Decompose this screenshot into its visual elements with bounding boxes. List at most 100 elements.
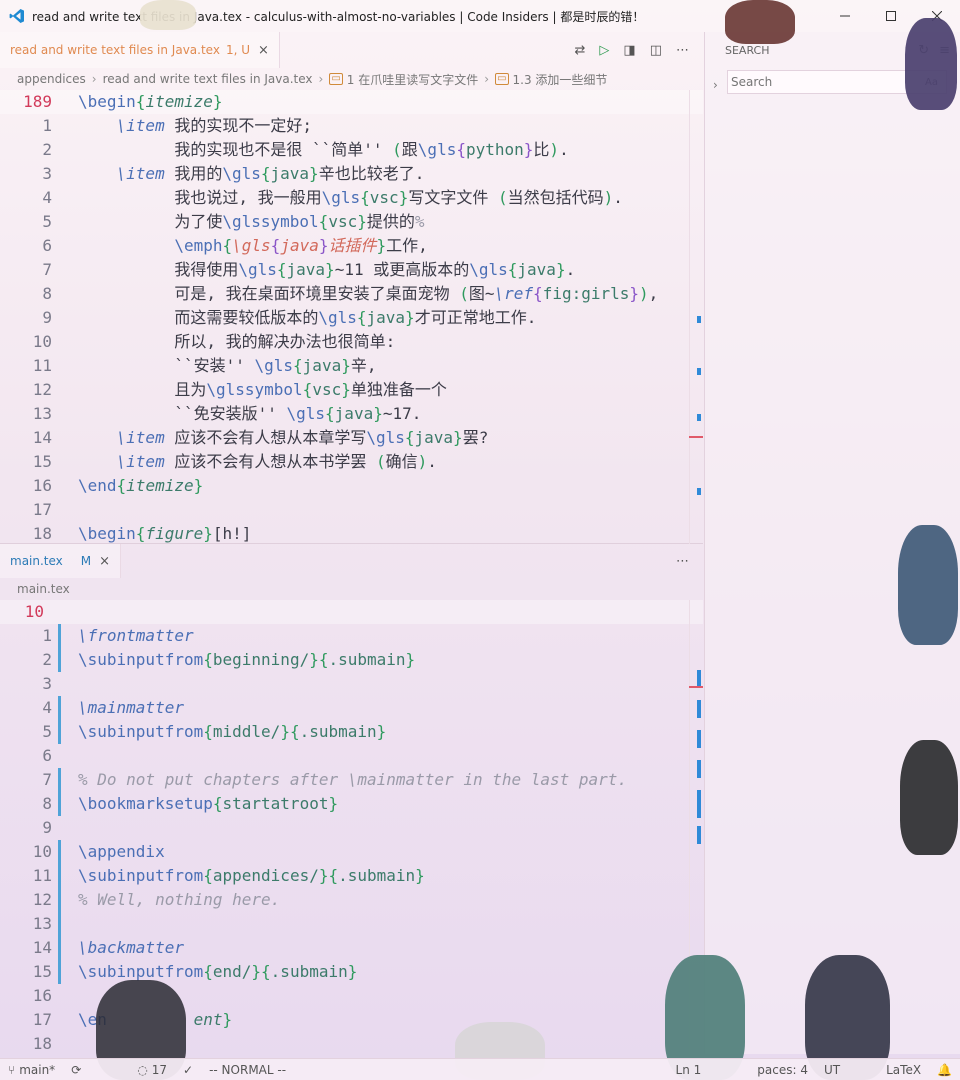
line-number: 9 <box>42 308 52 327</box>
code-text: \appendix <box>78 842 165 861</box>
code-line[interactable]: 3 <box>0 672 703 696</box>
code-line[interactable]: 8 \bookmarksetup{startatroot} <box>0 792 703 816</box>
sticky-scroll-line[interactable]: 189 \begin{itemize} <box>0 90 703 114</box>
code-line[interactable]: 10 \appendix <box>0 840 703 864</box>
code-line[interactable]: 5 \subinputfrom{middle/}{.submain} <box>0 720 703 744</box>
diff-gutter-marker[interactable] <box>58 768 61 816</box>
code-line[interactable]: 11 ``安装'' \gls{java}辛, <box>0 354 703 378</box>
minimize-button[interactable] <box>822 0 868 32</box>
diff-gutter-marker[interactable] <box>58 840 61 936</box>
code-line[interactable]: 7 % Do not put chapters after \mainmatter… <box>0 768 703 792</box>
code-line[interactable]: 15 \subinputfrom{end/}{.submain} <box>0 960 703 984</box>
breadcrumb-item[interactable]: appendices <box>17 72 86 86</box>
git-branch-icon: ⑂ <box>8 1062 16 1077</box>
line-number: 15 <box>32 962 52 981</box>
editor-group-top: read and write text files in Java.tex 1,… <box>0 32 703 544</box>
code-line[interactable]: 13 <box>0 912 703 936</box>
chevron-right-icon: › <box>91 72 97 86</box>
code-line[interactable]: 6 <box>0 744 703 768</box>
tab-main-tex[interactable]: main.tex M × <box>0 544 122 578</box>
code-line[interactable]: 3 \item 我用的\gls{java}辛也比较老了. <box>0 162 703 186</box>
compare-changes-icon[interactable]: ⇄ <box>575 43 586 58</box>
more-actions-icon[interactable]: ⋯ <box>676 554 689 569</box>
language-mode[interactable]: LaTeX <box>878 1063 929 1077</box>
diff-gutter-marker[interactable] <box>58 624 61 672</box>
code-text: % Well, nothing here. <box>78 890 281 909</box>
code-line[interactable]: 4 \mainmatter <box>0 696 703 720</box>
code-line[interactable]: 2 我的实现也不是很 ``简单'' (跟\gls{python}比). <box>0 138 703 162</box>
code-line[interactable]: 11 \subinputfrom{appendices/}{.submain} <box>0 864 703 888</box>
code-line[interactable]: 17 <box>0 498 703 522</box>
code-line[interactable]: 7 我得使用\gls{java}~11 或更高版本的\gls{java}. <box>0 258 703 282</box>
diff-gutter-marker[interactable] <box>58 936 61 984</box>
code-line[interactable]: 5 为了使\glssymbol{vsc}提供的% <box>0 210 703 234</box>
chevron-right-icon[interactable]: › <box>713 78 718 92</box>
notifications-bell-icon[interactable]: 🔔 <box>929 1063 960 1077</box>
check-status[interactable]: ✓ <box>175 1063 201 1077</box>
code-line[interactable]: 16 \end{itemize} <box>0 474 703 498</box>
code-editor-top[interactable]: 189 \begin{itemize} 1 \item 我的实现不一定好; 2 … <box>0 90 703 544</box>
indentation[interactable]: paces: 4 <box>749 1063 816 1077</box>
line-number: 11 <box>32 866 52 885</box>
problems-indicator[interactable]: ◌ 17 <box>129 1063 175 1077</box>
code-line[interactable]: 8 可是, 我在桌面环境里安装了桌面宠物 (图~\ref{fig:girls})… <box>0 282 703 306</box>
code-line[interactable]: 15 \item 应该不会有人想从本书学罢 (确信). <box>0 450 703 474</box>
editor-group-bottom: main.tex M × ⋯ main.tex 10 1 \frontmatter… <box>0 544 703 1054</box>
overview-ruler[interactable] <box>689 90 703 544</box>
split-editor-icon[interactable]: ◫ <box>650 43 662 58</box>
panel-title: SEARCH <box>725 43 770 57</box>
code-line[interactable]: 9 而这需要较低版本的\gls{java}才可正常地工作. <box>0 306 703 330</box>
tab-read-and-write-text-files[interactable]: read and write text files in Java.tex 1,… <box>0 32 280 68</box>
sticky-scroll-line[interactable]: 10 <box>0 600 703 624</box>
line-number: 5 <box>42 722 52 741</box>
desktop-pet-sticker <box>140 0 196 30</box>
tab-status-badge: M <box>80 554 92 568</box>
encoding[interactable]: UT <box>816 1063 848 1077</box>
line-number: 1 <box>42 626 52 645</box>
code-line[interactable]: 12 且为\glssymbol{vsc}单独准备一个 <box>0 378 703 402</box>
symbol-string-icon: ▭ <box>329 73 343 85</box>
overview-marker <box>697 368 701 375</box>
code-line[interactable]: 18 \begin{figure}[h!] <box>0 522 703 546</box>
maximize-button[interactable] <box>868 0 914 32</box>
breadcrumb-item[interactable]: main.tex <box>17 582 70 596</box>
tab-close-button[interactable]: × <box>258 43 269 58</box>
code-line[interactable]: 4 我也说过, 我一般用\gls{vsc}写文字文件 (当然包括代码). <box>0 186 703 210</box>
more-actions-icon[interactable]: ⋯ <box>676 43 689 58</box>
run-icon[interactable]: ▷ <box>599 43 609 58</box>
overview-marker <box>697 414 701 421</box>
breadcrumb-item[interactable]: 1 在爪哇里读写文字文件 <box>347 71 478 88</box>
code-line[interactable]: 14 \item 应该不会有人想从本章学写\gls{java}罢? <box>0 426 703 450</box>
breadcrumb-item[interactable]: read and write text files in Java.tex <box>103 72 313 86</box>
code-text: 所以, 我的解决办法也很简单: <box>78 332 396 351</box>
vscode-logo-icon <box>9 8 25 24</box>
code-line[interactable]: 6 \emph{\gls{java}话插件}工作, <box>0 234 703 258</box>
symbol-string-icon: ▭ <box>495 73 509 85</box>
code-line[interactable]: 14 \backmatter <box>0 936 703 960</box>
diff-gutter-marker[interactable] <box>58 696 61 744</box>
sync-button[interactable]: ⟳ <box>63 1063 89 1077</box>
line-number: 1 <box>42 116 52 135</box>
code-line[interactable]: 9 <box>0 816 703 840</box>
code-text: \item 我的实现不一定好; <box>116 116 312 135</box>
code-line[interactable]: 10 所以, 我的解决办法也很简单: <box>0 330 703 354</box>
code-line[interactable]: 1 \item 我的实现不一定好; <box>0 114 703 138</box>
desktop-pet-sticker <box>725 0 795 44</box>
overview-marker <box>697 790 701 818</box>
code-editor-bottom[interactable]: 10 1 \frontmatter 2 \subinputfrom{beginnin… <box>0 600 703 1054</box>
search-input[interactable] <box>731 75 881 89</box>
line-number: 15 <box>32 452 52 471</box>
branch-indicator[interactable]: ⑂ main* <box>0 1063 63 1077</box>
tab-close-button[interactable]: × <box>99 554 110 569</box>
breadcrumb-item[interactable]: 1.3 添加一些细节 <box>513 71 608 88</box>
code-line[interactable]: 12 % Well, nothing here. <box>0 888 703 912</box>
code-text: \subinputfrom{beginning/}{.submain} <box>78 650 416 669</box>
code-line[interactable]: 13 ``免安装版'' \gls{java}~17. <box>0 402 703 426</box>
code-line[interactable]: 2 \subinputfrom{beginning/}{.submain} <box>0 648 703 672</box>
cursor-position[interactable]: Ln 1 <box>668 1063 710 1077</box>
open-preview-icon[interactable]: ◨ <box>623 43 635 58</box>
code-line[interactable]: 1 \frontmatter <box>0 624 703 648</box>
